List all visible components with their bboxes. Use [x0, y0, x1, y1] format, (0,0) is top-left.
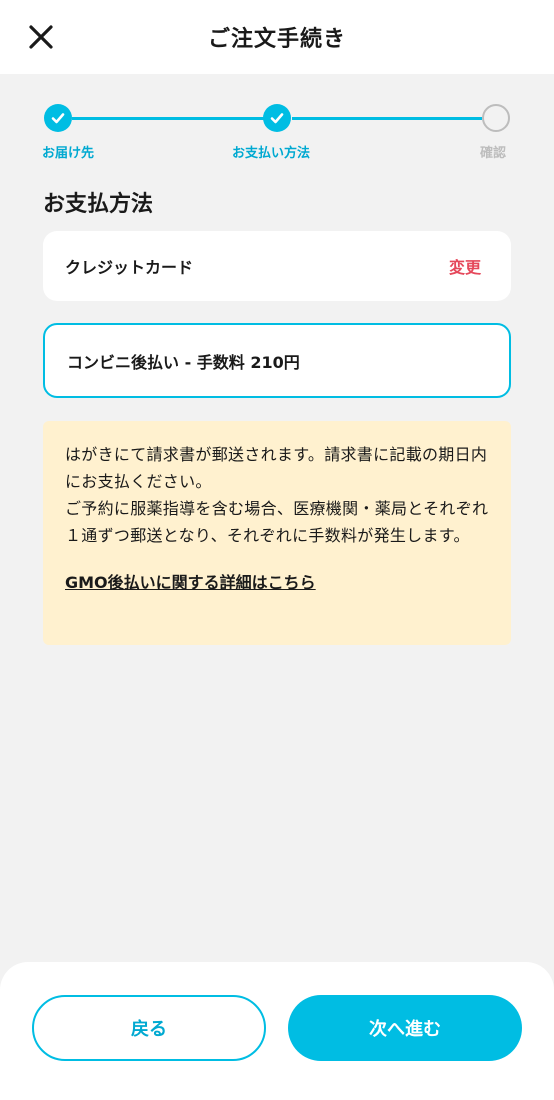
footer-bar: 戻る 次へ進む — [0, 962, 554, 1100]
change-button[interactable]: 変更 — [449, 254, 481, 278]
credit-card-option: クレジットカード 変更 — [43, 231, 511, 301]
step-connector — [72, 117, 277, 120]
close-icon[interactable] — [26, 22, 56, 52]
back-button[interactable]: 戻る — [32, 995, 266, 1061]
step-connector — [292, 117, 482, 120]
gmo-details-link[interactable]: GMO後払いに関する詳細はこちら — [65, 569, 316, 593]
notice-text-fees: ご予約に服薬指導を含む場合、医療機関・薬局とそれぞれ１通ずつ郵送となり、それぞれ… — [65, 499, 489, 545]
payment-notice-box: はがきにて請求書が郵送されます。請求書に記載の期日内にお支払ください。 ご予約に… — [43, 421, 511, 645]
credit-card-label: クレジットカード — [65, 258, 194, 277]
next-button[interactable]: 次へ進む — [288, 995, 522, 1061]
page-title: ご注文手続き — [207, 27, 346, 52]
step-label-confirm: 確認 — [480, 146, 507, 161]
step-label-delivery: お届け先 — [42, 146, 95, 161]
step-2-check-icon — [263, 104, 291, 132]
step-3-empty-circle-icon — [482, 104, 510, 132]
konbini-payment-label: コンビニ後払い - 手数料 210円 — [67, 352, 300, 372]
step-label-payment: お支払い方法 — [232, 146, 311, 161]
notice-text-invoice: はがきにて請求書が郵送されます。請求書に記載の期日内にお支払ください。 — [65, 445, 488, 491]
payment-section-title: お支払方法 — [43, 192, 154, 217]
step-1-check-icon — [44, 104, 72, 132]
konbini-payment-option[interactable]: コンビニ後払い - 手数料 210円 — [43, 323, 511, 398]
header-bar: ご注文手続き — [0, 0, 554, 74]
progress-stepper: お届け先 お支払い方法 確認 — [42, 102, 512, 164]
